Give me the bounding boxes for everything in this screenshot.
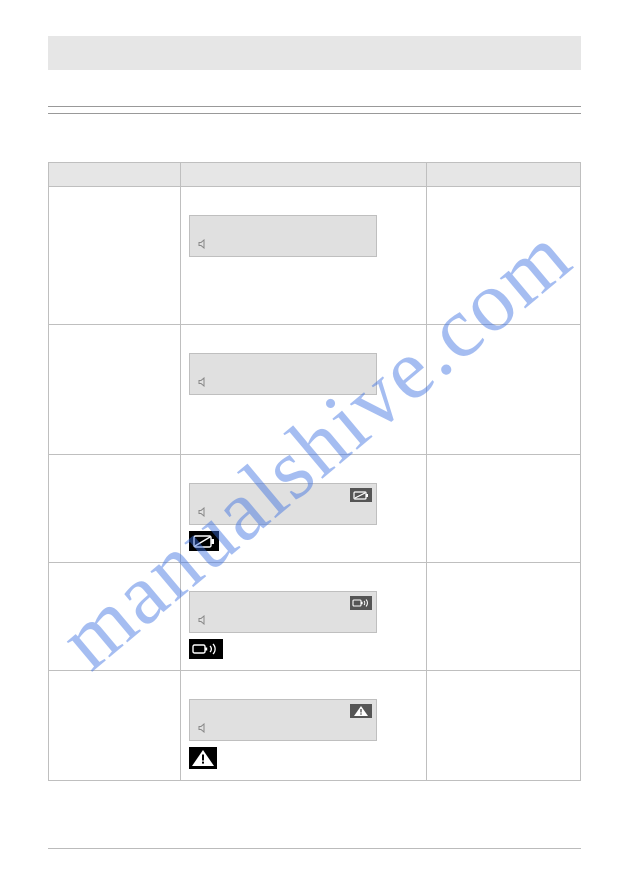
cell-3-2: [181, 455, 427, 563]
speaker-icon: [198, 615, 208, 628]
cell-4-1: [49, 563, 181, 671]
battery-icon: [189, 531, 219, 551]
battery-icon: [350, 488, 372, 502]
warning-icon: [189, 747, 217, 769]
table-row: [49, 325, 581, 455]
cell-3-1: [49, 455, 181, 563]
table-row: [49, 671, 581, 781]
separator-lines: [48, 106, 581, 114]
table-row: [49, 563, 581, 671]
speaker-icon: [198, 239, 208, 252]
table-header-2: [181, 163, 427, 187]
cell-5-2: [181, 671, 427, 781]
table-row: [49, 455, 581, 563]
display-box: [189, 353, 377, 395]
info-table: [48, 162, 581, 781]
speaker-icon: [198, 507, 208, 520]
cell-5-1: [49, 671, 181, 781]
cell-4-3: [427, 563, 581, 671]
speaker-icon: [198, 377, 208, 390]
display-box: [189, 483, 377, 525]
speaker-icon: [198, 723, 208, 736]
cell-5-3: [427, 671, 581, 781]
table-header-row: [49, 163, 581, 187]
cell-1-3: [427, 187, 581, 325]
cell-2-3: [427, 325, 581, 455]
table-row: [49, 187, 581, 325]
table-header-1: [49, 163, 181, 187]
cell-1-1: [49, 187, 181, 325]
battery-sound-icon: [350, 596, 372, 610]
header-bar: [48, 36, 581, 70]
display-box: [189, 215, 377, 257]
cell-4-2: [181, 563, 427, 671]
footer-separator: [48, 848, 581, 849]
table-header-3: [427, 163, 581, 187]
cell-3-3: [427, 455, 581, 563]
display-box: [189, 591, 377, 633]
cell-2-1: [49, 325, 181, 455]
warning-icon: [350, 704, 372, 718]
cell-1-2: [181, 187, 427, 325]
cell-2-2: [181, 325, 427, 455]
display-box: [189, 699, 377, 741]
battery-sound-icon: [189, 639, 223, 659]
